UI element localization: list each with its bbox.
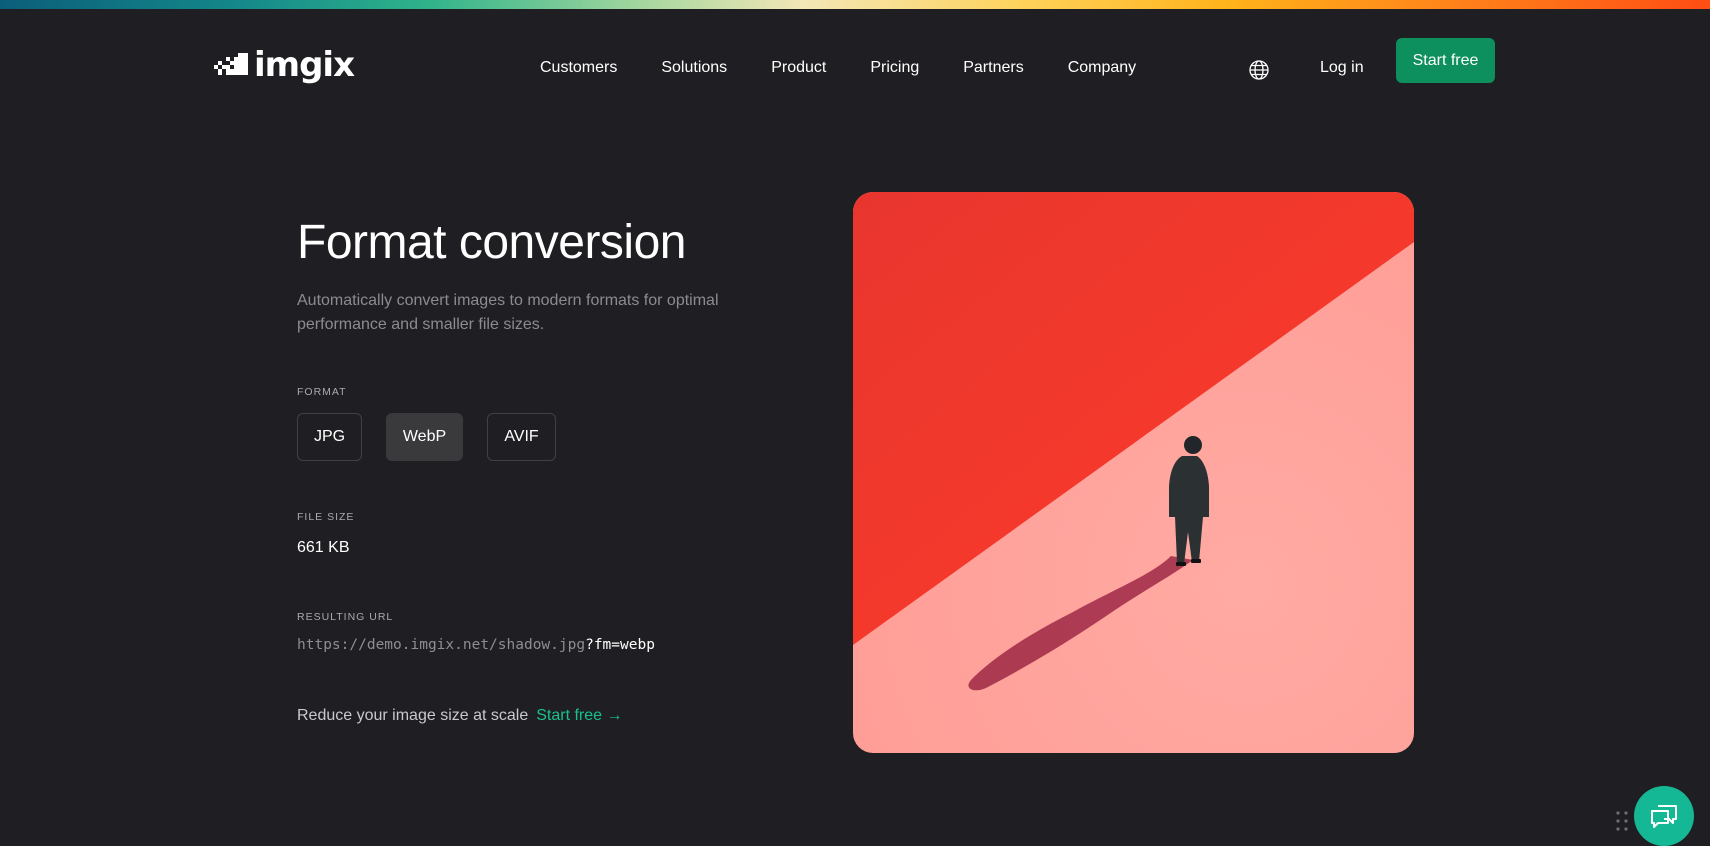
- url-param: ?fm=webp: [585, 637, 655, 653]
- nav-item-company[interactable]: Company: [1068, 59, 1136, 77]
- imgix-logo[interactable]: imgix: [214, 45, 355, 85]
- globe-icon[interactable]: [1248, 59, 1270, 81]
- main-nav: Customers Solutions Product Pricing Part…: [540, 59, 1180, 77]
- chat-icon: [1651, 805, 1677, 828]
- start-free-button[interactable]: Start free: [1396, 38, 1495, 83]
- nav-item-customers[interactable]: Customers: [540, 59, 617, 77]
- logo-mark-icon: [214, 53, 248, 75]
- page-title: Format conversion: [297, 216, 686, 269]
- format-label: FORMAT: [297, 386, 347, 398]
- preview-image: [853, 192, 1414, 753]
- preview-image-illustration: [853, 192, 1414, 753]
- file-size-value: 661 KB: [297, 539, 350, 556]
- drag-handle-icon[interactable]: [1615, 810, 1629, 832]
- page-subtitle: Automatically convert images to modern f…: [297, 292, 719, 333]
- nav-item-partners[interactable]: Partners: [963, 59, 1023, 77]
- login-link[interactable]: Log in: [1320, 59, 1364, 77]
- resulting-url: https://demo.imgix.net/shadow.jpg?fm=web…: [297, 637, 655, 653]
- chat-widget-button[interactable]: [1634, 786, 1694, 846]
- cta-row: Reduce your image size at scale Start fr…: [297, 707, 622, 725]
- file-size-label: FILE SIZE: [297, 511, 355, 523]
- top-gradient-stripe: [0, 0, 1710, 9]
- nav-item-product[interactable]: Product: [771, 59, 826, 77]
- site-header: imgix Customers Solutions Product Pricin…: [0, 9, 1710, 113]
- format-avif-button[interactable]: AVIF: [487, 413, 556, 461]
- nav-item-pricing[interactable]: Pricing: [870, 59, 919, 77]
- cta-text: Reduce your image size at scale: [297, 707, 529, 724]
- cta-start-free-link[interactable]: Start free →: [536, 707, 622, 725]
- logo-wordmark: imgix: [254, 45, 355, 85]
- url-base: https://demo.imgix.net/shadow.jpg: [297, 637, 586, 653]
- format-jpg-button[interactable]: JPG: [297, 413, 362, 461]
- nav-item-solutions[interactable]: Solutions: [661, 59, 727, 77]
- format-webp-button[interactable]: WebP: [386, 413, 463, 461]
- format-selector: JPG WebP AVIF: [297, 413, 556, 461]
- resulting-url-label: RESULTING URL: [297, 611, 394, 623]
